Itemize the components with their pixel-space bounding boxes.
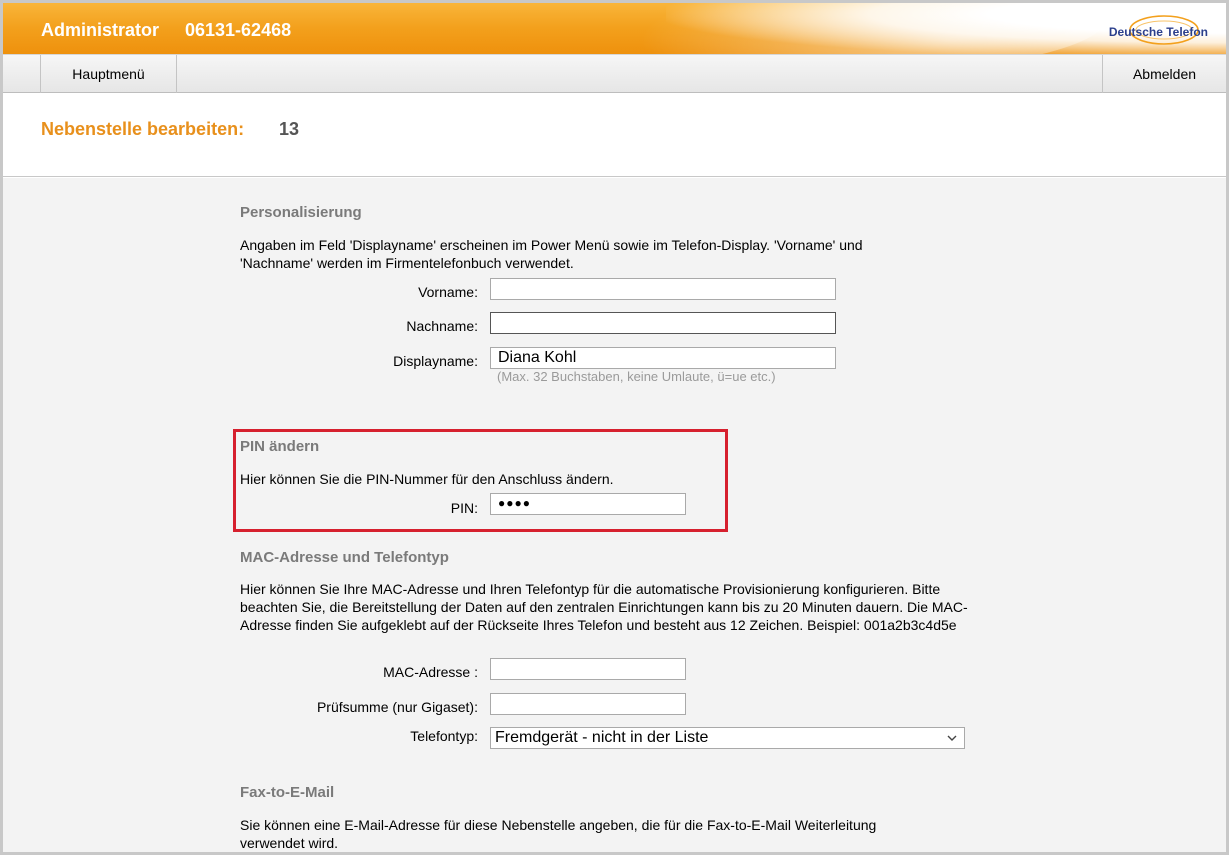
section-heading-personalisierung: Personalisierung [240, 204, 362, 221]
pin-description: Hier können Sie die PIN-Nummer für den A… [240, 471, 614, 487]
main-menu-button[interactable]: Hauptmenü [40, 55, 177, 93]
form-content: Personalisierung Angaben im Feld 'Displa… [3, 178, 1226, 852]
nachname-input[interactable] [490, 312, 836, 334]
user-phone-number: 06131-62468 [185, 20, 292, 40]
checksum-input[interactable] [490, 693, 686, 715]
phone-type-select[interactable]: Fremdgerät - nicht in der Liste [490, 727, 965, 749]
vorname-input[interactable] [490, 278, 836, 300]
extension-number: 13 [279, 119, 300, 139]
browser-frame: Administrator 06131-62468 Deutsche Telef… [0, 0, 1229, 855]
logout-button[interactable]: Abmelden [1102, 55, 1226, 93]
mac-address-input[interactable] [490, 658, 686, 680]
pin-masked-value: ●●●● [498, 496, 531, 510]
phone-type-selected: Fremdgerät - nicht in der Liste [495, 729, 709, 746]
main-nav: Hauptmenü Abmelden [3, 55, 1226, 93]
logo-text: Deutsche Telefon [1108, 25, 1208, 39]
displayname-input[interactable] [490, 347, 836, 369]
checksum-label: Prüfsumme (nur Gigaset): [316, 699, 478, 715]
mac-description: Hier können Sie Ihre MAC-Adresse und Ihr… [240, 581, 968, 633]
app-header: Administrator 06131-62468 Deutsche Telef… [3, 3, 1226, 59]
user-role: Administrator [41, 20, 160, 40]
pin-input[interactable]: ●●●● [490, 493, 686, 515]
section-heading-fax: Fax-to-E-Mail [240, 784, 335, 801]
vorname-label: Vorname: [418, 284, 478, 300]
personalisierung-description: Angaben im Feld 'Displayname' erscheinen… [240, 237, 863, 271]
section-heading-pin: PIN ändern [240, 438, 320, 455]
pin-label: PIN: [450, 500, 478, 516]
brand-logo: Deutsche Telefon [1108, 11, 1208, 49]
displayname-hint: (Max. 32 Buchstaben, keine Umlaute, ü=ue… [497, 369, 776, 384]
page-title: Nebenstelle bearbeiten: [41, 119, 245, 139]
section-heading-mac: MAC-Adresse und Telefontyp [240, 549, 449, 566]
page-titlebar: Nebenstelle bearbeiten: 13 [3, 94, 1226, 177]
nachname-label: Nachname: [406, 318, 478, 334]
phone-type-label: Telefontyp: [410, 728, 478, 744]
chevron-down-icon [947, 735, 957, 741]
displayname-label: Displayname: [393, 353, 478, 369]
mac-label: MAC-Adresse : [383, 664, 478, 680]
fax-description: Sie können eine E-Mail-Adresse für diese… [240, 817, 877, 851]
